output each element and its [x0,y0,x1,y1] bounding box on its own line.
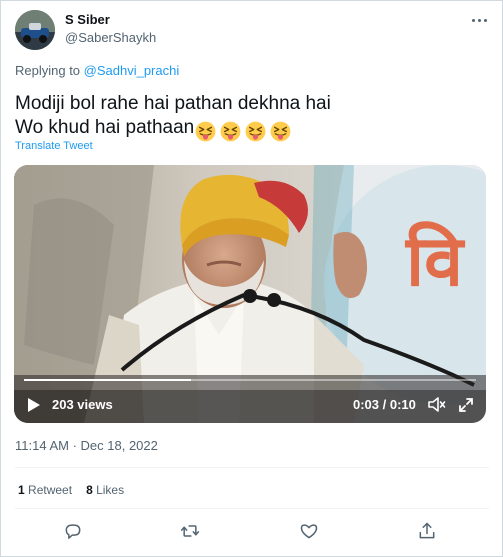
tweet-time: 11:14 AM [15,438,69,453]
squinting-tongue-emoji [270,121,291,142]
retweets-count: 1 [18,483,25,497]
likes-label: Likes [96,483,125,497]
reply-mention-link[interactable]: @Sadhvi_prachi [84,63,180,78]
play-icon[interactable] [28,398,40,412]
video-frame: वि [14,165,486,423]
avatar[interactable] [15,10,55,50]
divider [15,467,489,468]
tweet-stats: 1 Retweet 8 Likes [18,483,138,497]
replying-to-line: Replying to @Sadhvi_prachi [15,63,179,78]
likes-count: 8 [86,483,93,497]
tweet-card: S Siber @SaberShaykh Replying to @Sadhvi… [0,0,503,557]
divider [15,508,489,509]
reply-icon[interactable] [63,521,83,541]
share-icon[interactable] [417,521,437,541]
video-view-count: 203 views [52,397,113,412]
user-handle[interactable]: @SaberShaykh [65,30,156,45]
retweets-stat[interactable]: 1 Retweet [18,483,72,497]
video-progress-fill [24,379,192,381]
fullscreen-icon[interactable] [458,397,474,413]
tweet-text-line-2: Wo khud hai pathaan [15,117,195,138]
avatar-image [15,10,55,50]
squinting-tongue-emoji [195,121,216,142]
tweet-text-line-1: Modiji bol rahe hai pathan dekhna hai [15,93,331,114]
more-options-icon[interactable] [469,15,489,27]
video-current-time: 0:03 [353,397,380,412]
tweet-actions [1,519,503,545]
display-name[interactable]: S Siber [65,12,110,27]
like-icon[interactable] [299,521,319,541]
video-time-separator: / [379,397,390,412]
retweet-icon[interactable] [180,521,200,541]
translate-tweet-link[interactable]: Translate Tweet [15,140,93,152]
tweet-text: Modiji bol rahe hai pathan dekhna hai Wo… [15,92,485,145]
tweet-timestamp[interactable]: 11:14 AM · Dec 18, 2022 [15,438,158,453]
squinting-tongue-emoji [245,121,266,142]
timestamp-separator: · [68,438,81,453]
video-player[interactable]: वि 203 views 0:03 / 0:10 [14,165,486,423]
tweet-date: Dec 18, 2022 [80,438,158,453]
volume-icon[interactable] [428,396,446,413]
replying-to-label: Replying to [15,63,84,78]
squinting-tongue-emoji [220,121,241,142]
retweets-label: Retweet [28,483,73,497]
emoji-row [195,121,295,145]
video-progress-bar[interactable] [24,379,476,381]
banner-text: वि [404,220,465,302]
video-time-readout: 0:03 / 0:10 [353,397,416,412]
video-duration: 0:10 [389,397,416,412]
likes-stat[interactable]: 8 Likes [86,483,124,497]
